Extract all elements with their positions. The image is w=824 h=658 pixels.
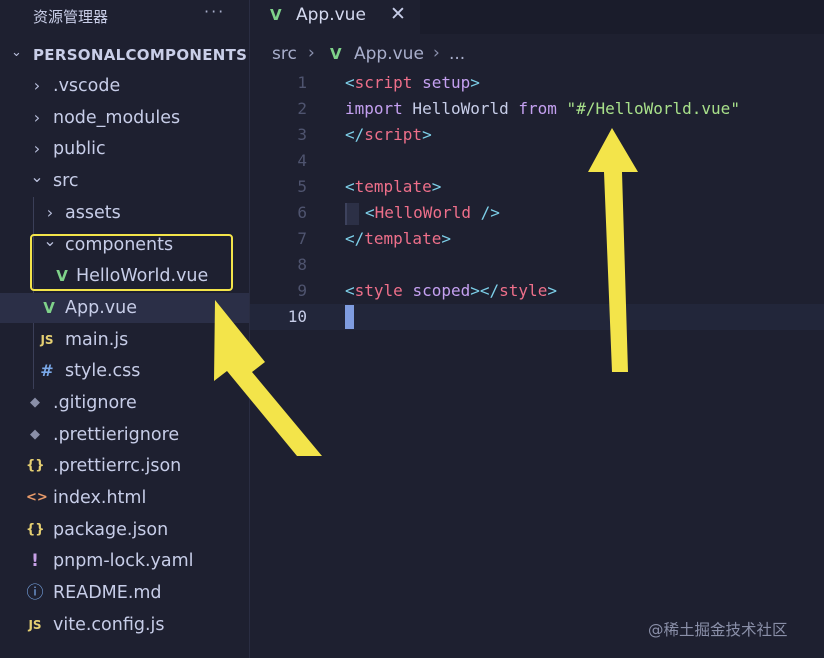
code-text: <style scoped></style> <box>345 281 557 300</box>
git-icon: ◆ <box>30 427 40 442</box>
tree-item-node-modules[interactable]: › node_modules <box>0 103 249 133</box>
tree-item-index-html[interactable]: <> index.html <box>0 483 249 513</box>
code-text: <template> <box>345 177 442 196</box>
chevron-down-icon: ⌄ <box>11 45 22 60</box>
project-name: PERSONALCOMPONENTS <box>33 46 248 64</box>
breadcrumb-folder[interactable]: src <box>272 44 297 64</box>
tree-item-label: index.html <box>53 488 147 508</box>
breadcrumb-file[interactable]: App.vue <box>354 44 424 64</box>
highlight-annotation-box <box>30 234 233 291</box>
vue-icon: V <box>270 6 282 24</box>
indent-guide-marker <box>345 203 359 225</box>
code-editor[interactable]: 1 <script setup> 2 import HelloWorld fro… <box>250 70 824 330</box>
tree-item-label: .gitignore <box>53 393 137 413</box>
tab-label: App.vue <box>296 5 366 25</box>
info-icon: ⓘ <box>26 583 44 603</box>
tree-item-prettierrc-json[interactable]: {} .prettierrc.json <box>0 451 249 481</box>
code-text: <HelloWorld /> <box>365 203 500 222</box>
line-number: 6 <box>297 203 307 222</box>
line-number: 10 <box>287 307 307 326</box>
tree-item-label: README.md <box>53 583 162 603</box>
close-icon[interactable]: ✕ <box>390 3 406 25</box>
tree-item-assets[interactable]: › assets <box>0 198 249 228</box>
tree-item-label: .vscode <box>53 76 121 96</box>
code-line: 7 </template> <box>250 226 824 252</box>
code-line: 1 <script setup> <box>250 70 824 96</box>
line-number: 8 <box>297 255 307 274</box>
code-text: <script setup> <box>345 73 480 92</box>
tree-item-label: pnpm-lock.yaml <box>53 551 194 571</box>
tree-item-gitignore[interactable]: ◆ .gitignore <box>0 388 249 418</box>
tab-app-vue[interactable]: V App.vue ✕ <box>250 0 420 34</box>
tree-item-package-json[interactable]: {} package.json <box>0 515 249 545</box>
hash-icon: # <box>40 361 54 380</box>
tree-item-label: node_modules <box>53 108 181 128</box>
chevron-right-icon: › <box>33 139 41 158</box>
code-line: 9 <style scoped></style> <box>250 278 824 304</box>
tree-item-label: vite.config.js <box>53 615 165 635</box>
html-icon: <> <box>26 490 48 505</box>
tree-item-prettierignore[interactable]: ◆ .prettierignore <box>0 420 249 450</box>
tree-item-label: .prettierrc.json <box>53 456 182 476</box>
tree-item-app-vue[interactable]: V App.vue <box>0 293 249 323</box>
tree-item-label: style.css <box>65 361 141 381</box>
vue-icon: V <box>330 45 342 63</box>
js-icon: JS <box>40 333 54 347</box>
tree-item-label: public <box>53 139 106 159</box>
line-number: 2 <box>297 99 307 118</box>
line-number: 1 <box>297 73 307 92</box>
line-number: 5 <box>297 177 307 196</box>
line-number: 7 <box>297 229 307 248</box>
code-text: </template> <box>345 229 451 248</box>
code-line: 4 <box>250 148 824 174</box>
chevron-down-icon: ⌄ <box>30 167 44 186</box>
editor-tab-bar: V App.vue ✕ <box>250 0 824 34</box>
tree-item-readme[interactable]: ⓘ README.md <box>0 578 249 608</box>
project-folder-header[interactable]: ⌄ PERSONALCOMPONENTS <box>0 40 249 70</box>
chevron-right-icon: › <box>433 43 440 63</box>
vue-icon: V <box>43 299 55 317</box>
line-number: 9 <box>297 281 307 300</box>
code-line: 5 <template> <box>250 174 824 200</box>
js-icon: JS <box>28 618 42 632</box>
tree-item-label: assets <box>65 203 121 223</box>
chevron-right-icon: › <box>308 43 315 63</box>
yaml-icon: ! <box>31 551 39 571</box>
watermark-text: @稀土掘金技术社区 <box>648 621 788 639</box>
tree-item-public[interactable]: › public <box>0 134 249 164</box>
tree-item-src[interactable]: ⌄ src <box>0 166 249 196</box>
tree-item-label: main.js <box>65 330 129 350</box>
explorer-header: 资源管理器 ··· <box>0 0 249 32</box>
code-line: 8 <box>250 252 824 278</box>
text-cursor <box>345 305 354 329</box>
chevron-right-icon: › <box>33 76 41 95</box>
line-number: 3 <box>297 125 307 144</box>
tree-item-style-css[interactable]: # style.css <box>0 356 249 386</box>
chevron-right-icon: › <box>46 203 54 222</box>
code-line: 6 <HelloWorld /> <box>250 200 824 226</box>
json-icon: {} <box>26 522 45 537</box>
code-text: </script> <box>345 125 432 144</box>
more-actions-icon[interactable]: ··· <box>204 2 225 21</box>
tree-item-label: src <box>53 171 79 191</box>
tree-item-vscode[interactable]: › .vscode <box>0 71 249 101</box>
breadcrumb-symbols[interactable]: ... <box>449 44 465 64</box>
explorer-sidebar: 资源管理器 ··· ⌄ PERSONALCOMPONENTS › .vscode… <box>0 0 250 658</box>
code-text: import HelloWorld from "#/HelloWorld.vue… <box>345 99 740 118</box>
tree-item-label: App.vue <box>65 298 137 318</box>
json-icon: {} <box>26 458 45 473</box>
tree-item-label: package.json <box>53 520 169 540</box>
tree-item-label: .prettierignore <box>53 425 180 445</box>
breadcrumb: src › V App.vue › ... <box>250 40 824 70</box>
chevron-right-icon: › <box>33 108 41 127</box>
tree-item-pnpm-lock[interactable]: ! pnpm-lock.yaml <box>0 546 249 576</box>
tree-item-main-js[interactable]: JS main.js <box>0 325 249 355</box>
code-line-current: 10 <box>250 304 824 330</box>
tree-item-vite-config[interactable]: JS vite.config.js <box>0 610 249 640</box>
line-number: 4 <box>297 151 307 170</box>
explorer-title: 资源管理器 <box>33 8 109 26</box>
code-line: 2 import HelloWorld from "#/HelloWorld.v… <box>250 96 824 122</box>
code-line: 3 </script> <box>250 122 824 148</box>
git-icon: ◆ <box>30 395 40 410</box>
